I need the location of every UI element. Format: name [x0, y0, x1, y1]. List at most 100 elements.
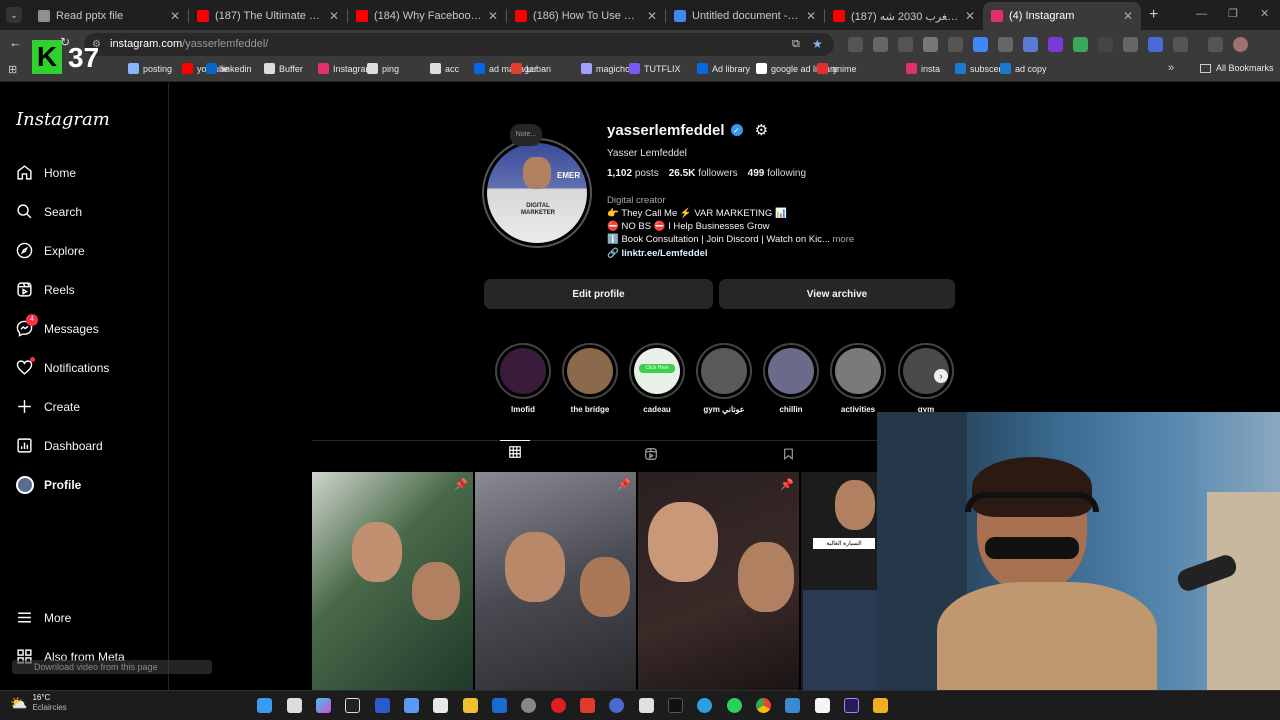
following-stat[interactable]: 499 following — [748, 168, 806, 179]
browser-tab-active[interactable]: (4) Instagram ✕ — [983, 2, 1141, 30]
profile-avatar[interactable]: EMER DIGITAL MARKETER — [482, 138, 592, 248]
bookmark-star-icon[interactable]: ★ — [812, 33, 823, 56]
post-thumbnail[interactable]: 📌 — [475, 472, 636, 690]
tiktok-icon[interactable] — [668, 698, 683, 713]
story-highlight[interactable]: activities — [830, 343, 886, 414]
bio-link-row[interactable]: 🔗 linktr.ee/Lemfeddel — [607, 247, 877, 260]
download-video-tooltip[interactable]: Download video from this page — [12, 660, 212, 674]
browser-tab[interactable]: (184) Why Facebook Ads Are ✕ — [348, 2, 506, 30]
browser-tab[interactable]: (187) مونديال المغرب 2030 شه.. ✕ — [825, 2, 983, 30]
bookmark-item[interactable]: Instagram — [318, 63, 373, 74]
extension-icon[interactable] — [1148, 37, 1163, 52]
taskbar-app-icon[interactable] — [873, 698, 888, 713]
new-tab-button[interactable]: + — [1149, 6, 1158, 24]
outlook-icon[interactable] — [492, 698, 507, 713]
bookmark-item[interactable]: acc — [430, 63, 459, 74]
sidebar-item-search[interactable]: Search — [15, 202, 82, 221]
note-bubble[interactable]: Note... — [510, 124, 542, 146]
taskbar-app-icon[interactable] — [580, 698, 595, 713]
extension-icon[interactable] — [998, 37, 1013, 52]
taskbar-app-icon[interactable] — [639, 698, 654, 713]
extension-icon[interactable] — [848, 37, 863, 52]
bio-more-link[interactable]: more — [833, 234, 855, 245]
install-app-icon[interactable]: ⧉ — [792, 33, 800, 56]
extensions-puzzle-icon[interactable] — [1173, 37, 1188, 52]
address-bar[interactable]: ⚙ instagram.com/yasserlemfeddel/ ⧉ ★ — [84, 33, 834, 56]
bookmark-item[interactable]: Ad library — [697, 63, 750, 74]
close-icon[interactable]: ✕ — [647, 9, 657, 23]
apps-grid-icon[interactable]: ⊞ — [8, 63, 17, 76]
story-highlight[interactable]: chillin — [763, 343, 819, 414]
tab-saved[interactable] — [773, 446, 803, 466]
highlights-next-arrow[interactable]: › — [934, 369, 948, 383]
extension-icon[interactable] — [898, 37, 913, 52]
extension-icon[interactable] — [948, 37, 963, 52]
settings-gear-icon[interactable]: ⚙ — [755, 121, 768, 139]
taskbar-app-icon[interactable] — [785, 698, 800, 713]
story-highlight[interactable]: the bridge — [562, 343, 618, 414]
sidebar-item-notifications[interactable]: Notifications — [15, 357, 109, 377]
close-icon[interactable]: ✕ — [806, 9, 816, 23]
settings-icon[interactable] — [521, 698, 536, 713]
sidebar-item-reels[interactable]: Reels — [15, 280, 75, 299]
bookmark-item[interactable]: TUTFLIX — [629, 63, 681, 74]
story-highlight[interactable]: Click Here cadeau — [629, 343, 685, 414]
all-bookmarks-button[interactable]: All Bookmarks — [1200, 63, 1274, 73]
extension-icon[interactable] — [1023, 37, 1038, 52]
browser-tab[interactable]: (186) How To Use TikTok LIVE ✕ — [507, 2, 665, 30]
browser-tab[interactable]: Untitled document - Google ✕ — [666, 2, 824, 30]
sidebar-item-messages[interactable]: 4 Messages — [15, 314, 99, 338]
file-explorer-icon[interactable] — [433, 698, 448, 713]
taskbar-app-icon[interactable] — [404, 698, 419, 713]
browser-tab[interactable]: Read pptx file ✕ — [30, 2, 188, 30]
start-icon[interactable] — [257, 698, 272, 713]
close-icon[interactable]: ✕ — [1123, 9, 1133, 23]
whatsapp-icon[interactable] — [727, 698, 742, 713]
sidebar-item-dashboard[interactable]: Dashboard — [15, 436, 103, 455]
bookmark-item[interactable]: ad copy — [1000, 63, 1047, 74]
extension-icon[interactable] — [1073, 37, 1088, 52]
weather-widget[interactable]: ⛅ 16°C Eclaircies — [10, 693, 67, 713]
bookmark-item[interactable]: insta — [906, 63, 940, 74]
extension-icon[interactable] — [1098, 37, 1113, 52]
extension-icon[interactable] — [873, 37, 888, 52]
extension-icon[interactable] — [1048, 37, 1063, 52]
sidebar-item-create[interactable]: Create — [15, 397, 80, 416]
bookmark-item[interactable]: ping — [367, 63, 399, 74]
post-thumbnail[interactable]: السيارة الغالية — [801, 472, 877, 690]
minimize-button[interactable]: — — [1196, 8, 1207, 20]
close-icon[interactable]: ✕ — [965, 9, 975, 23]
browser-tab[interactable]: (187) The Ultimate Digital Ma ✕ — [189, 2, 347, 30]
menu-icon[interactable] — [1208, 37, 1223, 52]
view-archive-button[interactable]: View archive — [719, 279, 955, 309]
taskbar-app-icon[interactable] — [375, 698, 390, 713]
edit-profile-button[interactable]: Edit profile — [484, 279, 713, 309]
bookmark-item[interactable]: linkedin — [206, 63, 252, 74]
post-thumbnail[interactable]: 📌 — [312, 472, 473, 690]
tab-reels[interactable] — [636, 446, 666, 466]
followers-stat[interactable]: 26.5K followers — [669, 168, 738, 179]
story-highlight[interactable]: gym عوتاني — [696, 343, 752, 414]
close-icon[interactable]: ✕ — [488, 9, 498, 23]
back-icon[interactable]: ← — [9, 35, 22, 50]
extension-icon[interactable] — [1123, 37, 1138, 52]
taskbar-app-icon[interactable] — [345, 698, 360, 713]
notion-icon[interactable] — [815, 698, 830, 713]
bookmark-item[interactable]: posting — [128, 63, 172, 74]
taskbar-app-icon[interactable] — [609, 698, 624, 713]
bio-link[interactable]: linktr.ee/Lemfeddel — [621, 248, 707, 259]
opera-icon[interactable] — [551, 698, 566, 713]
close-icon[interactable]: ✕ — [170, 9, 180, 23]
profile-avatar-icon[interactable] — [1233, 37, 1248, 52]
sidebar-item-more[interactable]: More — [15, 608, 71, 627]
task-view-icon[interactable] — [287, 698, 302, 713]
story-highlight[interactable]: lmofid — [495, 343, 551, 414]
telegram-icon[interactable] — [697, 698, 712, 713]
extension-icon[interactable] — [923, 37, 938, 52]
close-icon[interactable]: ✕ — [329, 9, 339, 23]
bookmarks-overflow-icon[interactable]: » — [1168, 62, 1174, 74]
post-thumbnail[interactable]: 📌 — [638, 472, 799, 690]
sidebar-item-profile[interactable]: Profile — [15, 475, 81, 494]
maximize-button[interactable]: ❐ — [1228, 7, 1238, 20]
sidebar-item-explore[interactable]: Explore — [15, 241, 85, 260]
